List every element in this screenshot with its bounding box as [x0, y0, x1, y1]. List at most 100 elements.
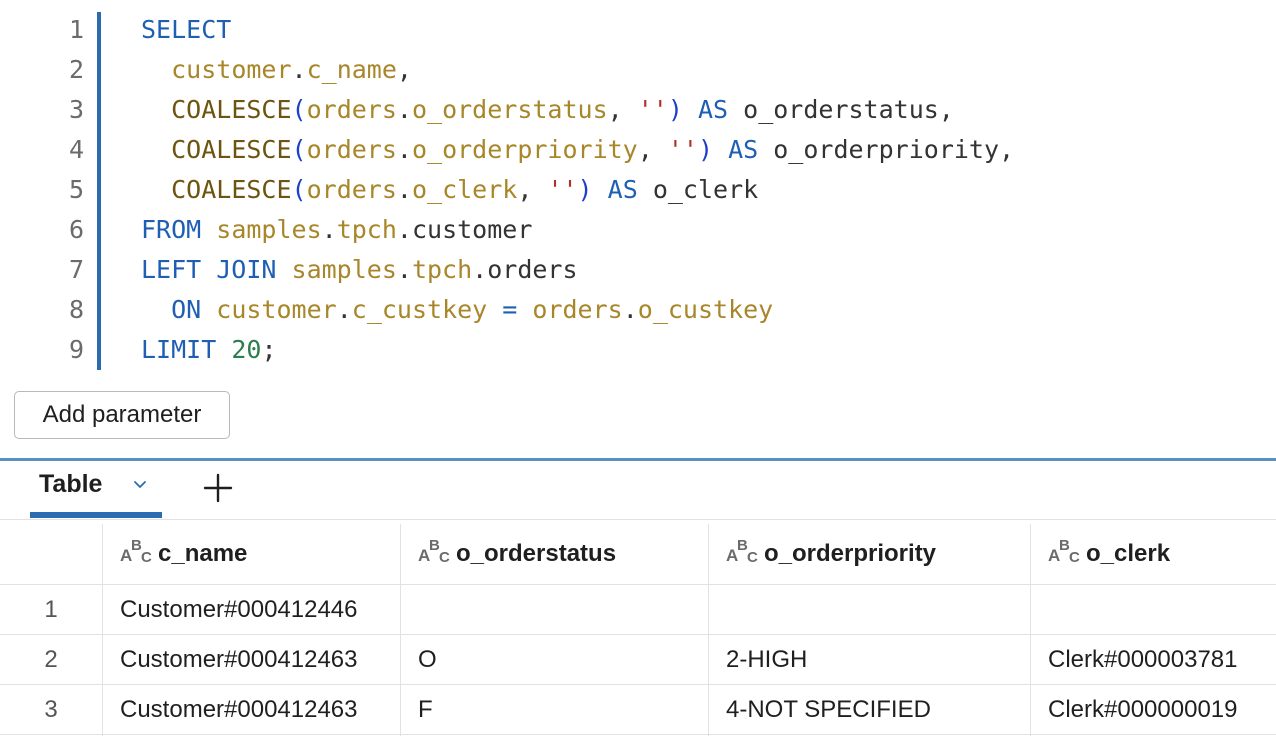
code-line[interactable]: 7 LEFT JOIN samples.tpch.orders — [0, 250, 1276, 290]
code-token: . — [396, 175, 412, 204]
code-token: '' — [667, 135, 698, 164]
code-token: , — [607, 95, 638, 124]
code-token: o_custkey — [637, 295, 774, 324]
code-token: c_custkey — [351, 295, 488, 324]
table-cell[interactable]: F — [418, 685, 433, 734]
code-token: FROM — [141, 215, 202, 244]
row-index-header — [0, 524, 102, 584]
line-number: 4 — [68, 135, 84, 164]
code-token: tpch — [336, 215, 397, 244]
column-divider[interactable] — [102, 524, 103, 736]
code-token: . — [396, 135, 412, 164]
string-type-icon: ABC — [1048, 537, 1080, 566]
code-token: = — [487, 295, 533, 324]
table-cell[interactable]: Customer#000412463 — [120, 685, 358, 734]
code-token: customer — [216, 295, 337, 324]
code-token: o_orderstatus, — [728, 95, 954, 124]
table-header-row: ABC c_name ABC o_orderstatus ABC o_order… — [0, 524, 1276, 585]
column-header-o-orderpriority[interactable]: ABC o_orderpriority — [726, 524, 936, 584]
table-cell[interactable]: Customer#000412446 — [120, 585, 358, 634]
code-token: o_orderpriority, — [758, 135, 1015, 164]
code-text[interactable]: SELECT — [141, 10, 231, 50]
code-token: '' — [637, 95, 668, 124]
code-token: . — [396, 255, 412, 284]
table-row[interactable]: 1 Customer#000412446 — [0, 585, 1276, 635]
code-token: ( — [291, 135, 307, 164]
line-number: 8 — [68, 295, 84, 324]
table-row[interactable]: 3 Customer#000412463 F 4-NOT SPECIFIED C… — [0, 685, 1276, 735]
line-number: 1 — [68, 15, 84, 44]
code-line[interactable]: 6 FROM samples.tpch.customer — [0, 210, 1276, 250]
code-line[interactable]: 4 COALESCE(orders.o_orderpriority, '') A… — [0, 130, 1276, 170]
code-token: o_orderstatus — [411, 95, 608, 124]
column-divider[interactable] — [400, 524, 401, 736]
string-type-icon: ABC — [726, 537, 758, 566]
table-cell[interactable]: Clerk#000000019 — [1048, 685, 1237, 734]
results-divider[interactable] — [0, 458, 1276, 461]
code-token: ) — [577, 175, 593, 204]
column-header-label: c_name — [158, 540, 248, 567]
code-line[interactable]: 8 ON customer.c_custkey = orders.o_custk… — [0, 290, 1276, 330]
code-token: orders — [532, 295, 623, 324]
string-type-icon: ABC — [120, 537, 152, 566]
code-line[interactable]: 5 COALESCE(orders.o_clerk, '') AS o_cler… — [0, 170, 1276, 210]
code-token: . — [321, 215, 337, 244]
code-text[interactable]: COALESCE(orders.o_orderstatus, '') AS o_… — [141, 90, 954, 130]
table-row[interactable]: 2 Customer#000412463 O 2-HIGH Clerk#0000… — [0, 635, 1276, 685]
column-divider[interactable] — [1030, 524, 1031, 736]
table-cell[interactable]: 2-HIGH — [726, 635, 807, 684]
line-number: 2 — [68, 55, 84, 84]
column-header-c-name[interactable]: ABC c_name — [120, 524, 247, 584]
code-token: o_orderpriority — [411, 135, 638, 164]
code-token: ON — [171, 295, 202, 324]
code-token: '' — [547, 175, 578, 204]
code-token: .customer — [396, 215, 533, 244]
code-line[interactable]: 3 COALESCE(orders.o_orderstatus, '') AS … — [0, 90, 1276, 130]
table-cell[interactable]: O — [418, 635, 437, 684]
column-divider[interactable] — [708, 524, 709, 736]
code-token: ( — [291, 175, 307, 204]
code-token: ( — [291, 95, 307, 124]
add-parameter-button[interactable]: Add parameter — [14, 391, 230, 439]
column-header-o-clerk[interactable]: ABC o_clerk — [1048, 524, 1170, 584]
code-text[interactable]: COALESCE(orders.o_orderpriority, '') AS … — [141, 130, 1014, 170]
table-cell[interactable]: 4-NOT SPECIFIED — [726, 685, 931, 734]
line-number: 3 — [68, 95, 84, 124]
code-token: , — [637, 135, 668, 164]
column-header-o-orderstatus[interactable]: ABC o_orderstatus — [418, 524, 616, 584]
code-text[interactable]: FROM samples.tpch.customer — [141, 210, 532, 250]
plus-icon[interactable] — [200, 470, 236, 506]
code-token: COALESCE — [171, 175, 292, 204]
code-line[interactable]: 9 LIMIT 20; — [0, 330, 1276, 370]
code-token: orders — [306, 175, 397, 204]
code-line[interactable]: 2 customer.c_name, — [0, 50, 1276, 90]
table-cell[interactable]: Clerk#000003781 — [1048, 635, 1237, 684]
code-token: LIMIT — [141, 335, 217, 364]
table-cell[interactable]: Customer#000412463 — [120, 635, 358, 684]
code-token: o_clerk — [411, 175, 518, 204]
code-text[interactable]: COALESCE(orders.o_clerk, '') AS o_clerk — [141, 170, 758, 210]
code-token: orders — [306, 135, 397, 164]
line-number: 6 — [68, 215, 84, 244]
code-text[interactable]: customer.c_name, — [141, 50, 412, 90]
code-text[interactable]: ON customer.c_custkey = orders.o_custkey — [141, 290, 773, 330]
tab-table[interactable]: Table — [30, 462, 162, 518]
code-text[interactable]: LEFT JOIN samples.tpch.orders — [141, 250, 578, 290]
sql-editor[interactable]: 1 SELECT 2 customer.c_name, 3 COALESCE(orde… — [0, 10, 1276, 372]
code-line[interactable]: 1 SELECT — [0, 10, 1276, 50]
code-token: ) — [697, 135, 714, 164]
code-text[interactable]: LIMIT 20; — [141, 330, 277, 370]
code-token: c_name — [306, 55, 397, 84]
chevron-down-icon[interactable] — [132, 476, 148, 497]
line-number: 9 — [68, 335, 84, 364]
